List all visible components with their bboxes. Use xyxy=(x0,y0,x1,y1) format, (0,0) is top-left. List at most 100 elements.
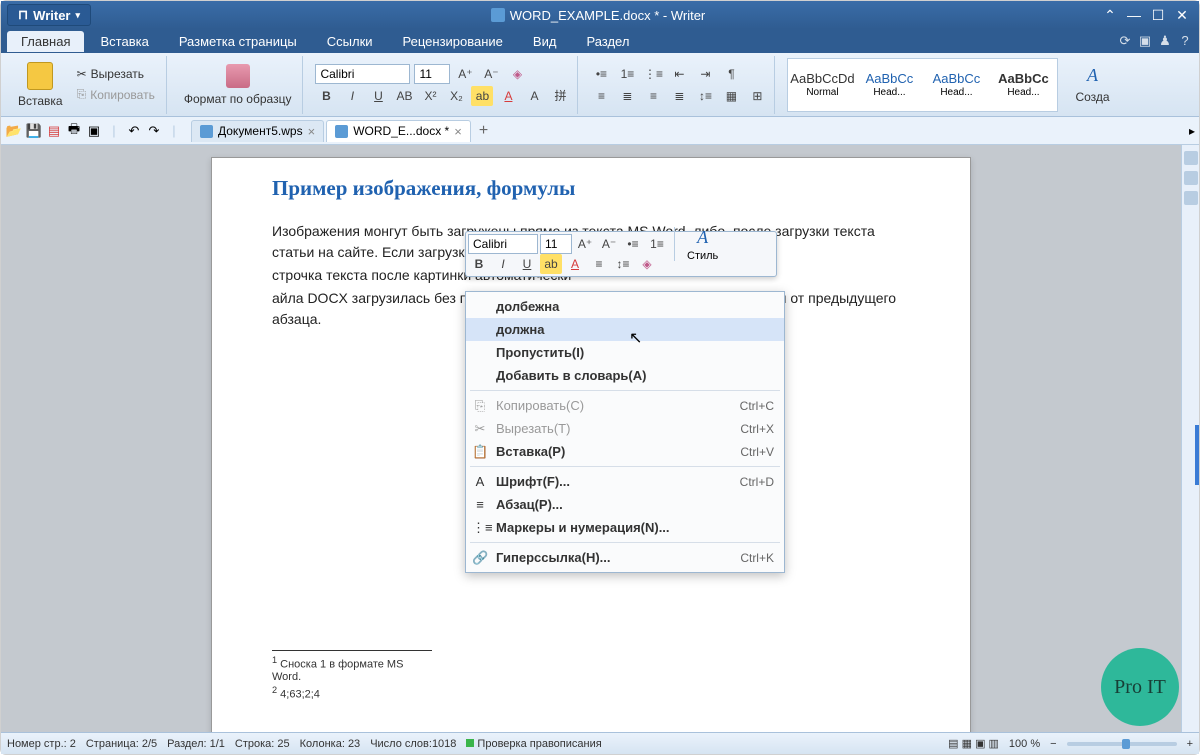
sidebar-tool-2[interactable] xyxy=(1184,171,1198,185)
mini-line-spacing[interactable]: ↕≡ xyxy=(612,254,634,274)
context-menu-item-0[interactable]: долбежна xyxy=(466,295,784,318)
number-list-button[interactable]: 1≡ xyxy=(616,64,638,84)
toggle-marks-button[interactable]: ¶ xyxy=(720,64,742,84)
menu-tab-1[interactable]: Вставка xyxy=(86,31,162,52)
minimize-button[interactable]: — xyxy=(1123,7,1145,24)
mini-align[interactable]: ≡ xyxy=(588,254,610,274)
save-icon[interactable]: ▣ xyxy=(1137,33,1153,49)
mini-increase-font[interactable]: A⁺ xyxy=(574,234,596,254)
zoom-out-button[interactable]: − xyxy=(1050,738,1056,750)
app-menu-button[interactable]: ⊓ Writer ▾ xyxy=(7,4,91,26)
mini-highlight[interactable]: ab xyxy=(540,254,562,274)
menu-tab-6[interactable]: Раздел xyxy=(572,31,643,52)
align-left-button[interactable]: ≡ xyxy=(590,86,612,106)
options-icon[interactable]: ♟ xyxy=(1157,33,1173,49)
decrease-font-button[interactable]: A⁻ xyxy=(480,64,502,84)
mini-font-select[interactable] xyxy=(468,234,538,254)
cut-button[interactable]: ✂Вырезать xyxy=(72,65,160,83)
mini-italic[interactable]: I xyxy=(492,254,514,274)
new-tab-button[interactable]: + xyxy=(479,122,488,140)
mini-font-color[interactable]: A xyxy=(564,254,586,274)
close-tab-icon[interactable]: × xyxy=(454,124,462,139)
font-family-select[interactable] xyxy=(315,64,410,84)
increase-font-button[interactable]: A⁺ xyxy=(454,64,476,84)
help-icon[interactable]: ? xyxy=(1177,33,1193,49)
context-menu-item-9[interactable]: AШрифт(F)...Ctrl+D xyxy=(466,470,784,493)
close-button[interactable]: ✕ xyxy=(1171,7,1193,24)
font-size-select[interactable] xyxy=(414,64,450,84)
print-icon[interactable]: 🖶 xyxy=(65,122,83,140)
save-icon[interactable]: 💾 xyxy=(25,122,43,140)
borders-button[interactable]: ⊞ xyxy=(746,86,768,106)
context-menu-item-10[interactable]: ≡Абзац(P)... xyxy=(466,493,784,516)
bold-button[interactable]: B xyxy=(315,86,337,106)
style-item-0[interactable]: AaBbCcDdNormal xyxy=(789,60,855,110)
strike-button[interactable]: AB xyxy=(393,86,415,106)
menu-tab-3[interactable]: Ссылки xyxy=(313,31,387,52)
document-tab-1[interactable]: WORD_E...docx *× xyxy=(326,120,471,142)
status-page-num[interactable]: Номер стр.: 2 xyxy=(7,738,76,750)
status-zoom[interactable]: 100 % xyxy=(1009,738,1040,750)
context-menu-item-2[interactable]: Пропустить(I) xyxy=(466,341,784,364)
line-spacing-button[interactable]: ↕≡ xyxy=(694,86,716,106)
status-line[interactable]: Строка: 25 xyxy=(235,738,290,750)
underline-button[interactable]: U xyxy=(367,86,389,106)
shading-button[interactable]: ▦ xyxy=(720,86,742,106)
mini-bold[interactable]: B xyxy=(468,254,490,274)
align-justify-button[interactable]: ≣ xyxy=(668,86,690,106)
menu-tab-2[interactable]: Разметка страницы xyxy=(165,31,311,52)
menu-tab-4[interactable]: Рецензирование xyxy=(389,31,517,52)
preview-icon[interactable]: ▣ xyxy=(85,122,103,140)
bullet-list-button[interactable]: •≡ xyxy=(590,64,612,84)
multilevel-list-button[interactable]: ⋮≡ xyxy=(642,64,664,84)
style-item-3[interactable]: AaBbCcHead... xyxy=(990,60,1056,110)
context-menu-item-3[interactable]: Добавить в словарь(A) xyxy=(466,364,784,387)
tabbar-menu-icon[interactable]: ▸ xyxy=(1189,124,1195,138)
context-menu-item-13[interactable]: 🔗Гиперссылка(H)...Ctrl+K xyxy=(466,546,784,569)
style-gallery[interactable]: AaBbCcDdNormalAaBbCcHead...AaBbCcHead...… xyxy=(787,58,1058,112)
context-menu-item-11[interactable]: ⋮≡Маркеры и нумерация(N)... xyxy=(466,516,784,539)
font-color-button[interactable]: A xyxy=(497,86,519,106)
style-item-1[interactable]: AaBbCcHead... xyxy=(856,60,922,110)
view-mode-icons[interactable]: ▤ ▦ ▣ ▥ xyxy=(948,737,999,750)
maximize-button[interactable]: ☐ xyxy=(1147,7,1169,24)
menu-tab-5[interactable]: Вид xyxy=(519,31,571,52)
clear-format-button[interactable]: ◈ xyxy=(506,64,528,84)
status-col[interactable]: Колонка: 23 xyxy=(300,738,361,750)
style-item-2[interactable]: AaBbCcHead... xyxy=(923,60,989,110)
sidebar-tool-3[interactable] xyxy=(1184,191,1198,205)
undo-icon[interactable]: ↶ xyxy=(125,122,143,140)
context-menu-item-1[interactable]: должна xyxy=(466,318,784,341)
paste-button[interactable]: Вставка xyxy=(13,60,68,110)
mini-bullets[interactable]: •≡ xyxy=(622,234,644,254)
close-tab-icon[interactable]: × xyxy=(308,124,316,139)
align-center-button[interactable]: ≣ xyxy=(616,86,638,106)
menu-tab-0[interactable]: Главная xyxy=(7,31,84,52)
align-right-button[interactable]: ≡ xyxy=(642,86,664,106)
mini-numbers[interactable]: 1≡ xyxy=(646,234,668,254)
status-words[interactable]: Число слов:1018 xyxy=(370,738,456,750)
sidebar-tool-1[interactable] xyxy=(1184,151,1198,165)
redo-icon[interactable]: ↷ xyxy=(145,122,163,140)
mini-size-select[interactable] xyxy=(540,234,572,254)
mini-clear[interactable]: ◈ xyxy=(636,254,658,274)
phonetic-button[interactable]: 拼 xyxy=(549,86,571,106)
char-border-button[interactable]: A xyxy=(523,86,545,106)
decrease-indent-button[interactable]: ⇤ xyxy=(668,64,690,84)
zoom-in-button[interactable]: + xyxy=(1187,738,1193,750)
sync-icon[interactable]: ⟳ xyxy=(1117,33,1133,49)
document-tab-0[interactable]: Документ5.wps× xyxy=(191,120,324,142)
superscript-button[interactable]: X² xyxy=(419,86,441,106)
open-icon[interactable]: 📂 xyxy=(5,122,23,140)
mini-underline[interactable]: U xyxy=(516,254,538,274)
subscript-button[interactable]: X₂ xyxy=(445,86,467,106)
mini-decrease-font[interactable]: A⁻ xyxy=(598,234,620,254)
increase-indent-button[interactable]: ⇥ xyxy=(694,64,716,84)
context-menu-item-7[interactable]: 📋Вставка(P)Ctrl+V xyxy=(466,440,784,463)
highlight-button[interactable]: ab xyxy=(471,86,493,106)
status-spell[interactable]: Проверка правописания xyxy=(466,738,601,750)
status-section[interactable]: Раздел: 1/1 xyxy=(167,738,225,750)
collapse-ribbon-icon[interactable]: ⌃ xyxy=(1099,7,1121,24)
pdf-icon[interactable]: ▤ xyxy=(45,122,63,140)
zoom-slider[interactable] xyxy=(1067,742,1177,746)
